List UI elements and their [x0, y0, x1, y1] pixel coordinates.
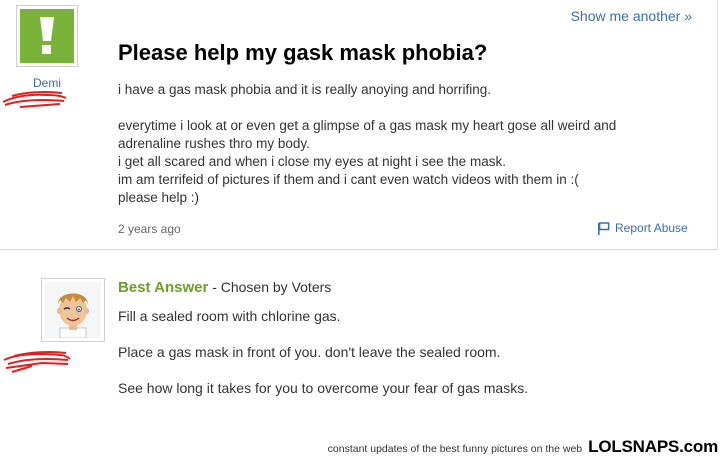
report-abuse-label: Report Abuse: [615, 221, 688, 235]
question-card: Demi Show me another » Please help my ga…: [0, 0, 718, 250]
answer-body: Fill a sealed room with chlorine gas. Pl…: [118, 307, 703, 415]
asker-avatar[interactable]: [16, 5, 78, 67]
answer-paragraph: Fill a sealed room with chlorine gas.: [118, 308, 341, 324]
question-line: i have a gas mask phobia and it is reall…: [118, 82, 491, 97]
watermark-footer: constant updates of the best funny pictu…: [327, 437, 719, 457]
footer-text: constant updates of the best funny pictu…: [327, 443, 583, 455]
exclamation-avatar-icon: [20, 9, 74, 63]
report-abuse-link[interactable]: Report Abuse: [597, 221, 688, 235]
red-scribble-redaction: [3, 351, 71, 373]
question-line: please help :): [118, 190, 200, 205]
question-line: adrenaline rushes thro my body.: [118, 136, 310, 151]
answerer-avatar[interactable]: [41, 278, 105, 342]
question-line: everytime i look at or even get a glimps…: [118, 118, 617, 133]
question-line: im am terrifeid of pictures if them and …: [118, 172, 579, 187]
show-another-link[interactable]: Show me another »: [571, 8, 692, 24]
site-logo: LOLSNAPS.com: [588, 437, 718, 456]
winking-boy-avatar-icon: [45, 282, 101, 338]
flag-icon: [598, 221, 610, 235]
chosen-by-text: - Chosen by Voters: [208, 279, 332, 295]
best-answer-header: Best Answer - Chosen by Voters: [118, 279, 331, 296]
question-body: i have a gas mask phobia and it is reall…: [118, 81, 703, 207]
question-line: i get all scared and when i close my eye…: [118, 154, 506, 169]
answer-paragraph: Place a gas mask in front of you. don't …: [118, 344, 501, 360]
best-answer-label: Best Answer: [118, 279, 209, 296]
red-scribble-redaction: [2, 91, 67, 108]
answer-paragraph: See how long it takes for you to overcom…: [118, 380, 529, 396]
question-timestamp: 2 years ago: [118, 222, 181, 236]
question-title: Please help my gask mask phobia?: [118, 40, 488, 65]
